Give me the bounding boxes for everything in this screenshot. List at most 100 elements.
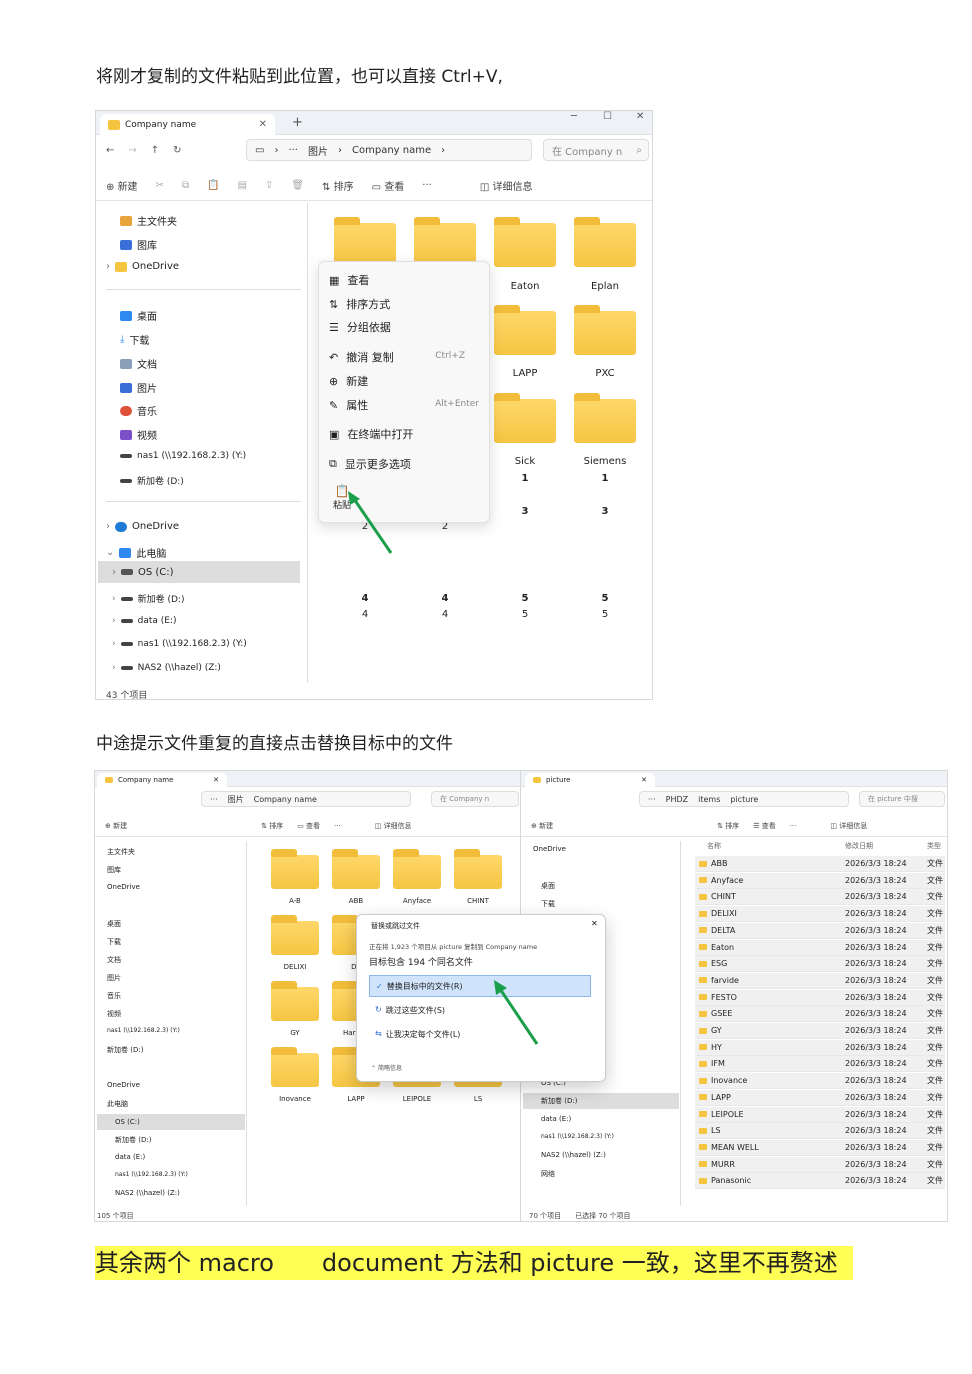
sidebar-item-nas1[interactable]: nas1 (\\192.168.2.3) (Y:) — [107, 1027, 180, 1034]
folder-sick[interactable] — [494, 393, 556, 443]
table-row[interactable]: DELTA 2026/3/3 18:24 文件 — [695, 922, 945, 939]
address-bar[interactable]: ▭ › ··· 图片 › Company name › — [246, 139, 532, 161]
table-row[interactable]: LS 2026/3/3 18:24 文件 — [695, 1123, 945, 1140]
table-row[interactable]: Eaton 2026/3/3 18:24 文件 — [695, 939, 945, 956]
share-icon[interactable]: ⇪ — [265, 180, 273, 191]
sidebar-item-onedrive[interactable]: › OneDrive — [106, 261, 179, 272]
forward-icon[interactable]: → — [128, 145, 136, 156]
back-icon[interactable]: ← — [106, 145, 114, 156]
sidebar-item-nas1[interactable]: nas1 (\\192.168.2.3) (Y:) — [120, 451, 246, 461]
new-tab-icon[interactable]: + — [292, 115, 303, 130]
paste-icon[interactable]: 📋 — [207, 180, 219, 191]
table-row[interactable]: Anyface 2026/3/3 18:24 文件 — [695, 872, 945, 889]
breadcrumb-0[interactable]: ··· — [210, 795, 218, 804]
table-row[interactable]: farvide 2026/3/3 18:24 文件 — [695, 972, 945, 989]
sidebar-item-network[interactable]: 网络 — [541, 1169, 555, 1179]
view-button[interactable]: ▭ 查看 — [372, 178, 405, 193]
table-row[interactable]: GY 2026/3/3 18:24 文件 — [695, 1023, 945, 1039]
details-button[interactable]: ◫ 详细信息 — [830, 821, 867, 831]
folder-item[interactable] — [271, 915, 319, 955]
table-row[interactable]: LAPP 2026/3/3 18:24 文件 — [695, 1089, 945, 1106]
sidebar-item-c[interactable]: › OS (C:) — [98, 561, 300, 583]
sidebar-item-home[interactable]: 主文件夹 — [107, 847, 135, 857]
menu-item-view[interactable]: ▦ 查看 — [329, 272, 369, 288]
more-button[interactable]: ··· — [790, 822, 797, 830]
breadcrumb-2[interactable]: Company name — [254, 795, 317, 804]
sidebar-item-z[interactable]: NAS2 (\\hazel) (Z:) — [541, 1151, 606, 1159]
sidebar-item-home[interactable]: 主文件夹 — [120, 213, 177, 228]
view-button[interactable]: ☰ 查看 — [753, 821, 776, 831]
sidebar-item-onedrive2[interactable]: › OneDrive — [106, 521, 179, 532]
folder-item[interactable] — [332, 849, 380, 889]
breadcrumb-0[interactable]: ··· — [288, 145, 298, 156]
table-row[interactable]: ESG 2026/3/3 18:24 文件 — [695, 956, 945, 973]
copy-icon[interactable]: ⧉ — [182, 180, 189, 191]
less-info-button[interactable]: ⌃ 简略信息 — [371, 1063, 402, 1072]
up-icon[interactable]: ↑ — [151, 145, 159, 156]
sidebar-item-downloads[interactable]: ⤓ 下载 — [120, 332, 149, 347]
folder-item[interactable] — [271, 849, 319, 889]
breadcrumb-1[interactable]: 图片 — [228, 794, 244, 805]
table-row[interactable]: IFM 2026/3/3 18:24 文件 — [695, 1056, 945, 1073]
sidebar-item-gallery[interactable]: 图库 — [107, 865, 121, 875]
minimize-icon[interactable]: ─ — [571, 111, 577, 122]
sidebar-item-z[interactable]: NAS2 (\\hazel) (Z:) — [115, 1189, 180, 1197]
decide-option[interactable]: ⇆ 让我决定每个文件(L) — [375, 1029, 460, 1040]
sidebar-item-downloads[interactable]: 下载 — [541, 899, 555, 909]
close-window-icon[interactable]: ✕ — [636, 111, 644, 122]
rename-icon[interactable]: ▤ — [238, 180, 247, 191]
breadcrumb-2[interactable]: items — [698, 795, 720, 804]
folder-eplan[interactable] — [574, 217, 636, 267]
new-button[interactable]: ⊕ 新建 — [105, 821, 127, 831]
table-row[interactable]: DELIXI 2026/3/3 18:24 文件 — [695, 906, 945, 923]
menu-item-new[interactable]: ⊕ 新建 — [329, 373, 368, 389]
sort-button[interactable]: ⇅ 排序 — [261, 821, 283, 831]
folder-item[interactable] — [271, 1047, 319, 1087]
maximize-icon[interactable]: ☐ — [603, 111, 612, 122]
folder-siemens[interactable] — [574, 393, 636, 443]
sidebar-item-y[interactable]: nas1 (\\192.168.2.3) (Y:) — [541, 1133, 614, 1140]
skip-option[interactable]: ↻ 跳过这些文件(S) — [375, 1005, 445, 1016]
menu-item-more-options[interactable]: ⧉ 显示更多选项 — [329, 456, 411, 472]
sidebar-item-y[interactable]: › nas1 (\\192.168.2.3) (Y:) — [112, 639, 247, 649]
sidebar-item-desktop[interactable]: 桌面 — [107, 919, 121, 929]
sidebar-item-thispc[interactable]: 此电脑 — [107, 1099, 128, 1109]
sidebar-item-d[interactable]: 新加卷 (D:) — [120, 474, 184, 487]
sidebar-item-thispc[interactable]: ⌄ 此电脑 — [106, 545, 166, 560]
folder-item[interactable] — [454, 849, 502, 889]
table-row[interactable]: Inovance 2026/3/3 18:24 文件 — [695, 1073, 945, 1090]
sidebar-item-desktop[interactable]: 桌面 — [541, 881, 555, 891]
search-input[interactable]: 在 picture 中搜 — [859, 791, 945, 807]
sidebar-item-gallery[interactable]: 图库 — [120, 237, 157, 252]
table-row[interactable]: MURR 2026/3/3 18:24 文件 — [695, 1156, 945, 1173]
sidebar-item-documents[interactable]: 文档 — [120, 356, 157, 371]
sidebar-item-d[interactable]: 新加卷 (D:) — [107, 1045, 143, 1055]
sidebar-item-onedrive2[interactable]: OneDrive — [107, 1081, 140, 1089]
menu-item-properties[interactable]: ✎ 属性 — [329, 397, 368, 413]
table-row[interactable]: HY 2026/3/3 18:24 文件 — [695, 1039, 945, 1056]
sidebar-item-d2[interactable]: › 新加卷 (D:) — [112, 592, 184, 606]
sidebar-item-music[interactable]: 音乐 — [107, 991, 121, 1001]
refresh-icon[interactable]: ↻ — [173, 145, 181, 156]
sidebar-item-d[interactable]: 新加卷 (D:) — [523, 1093, 679, 1109]
folder-item[interactable] — [271, 981, 319, 1021]
sidebar-item-pictures[interactable]: 图片 — [107, 973, 121, 983]
table-row[interactable]: CHINT 2026/3/3 18:24 文件 — [695, 889, 945, 906]
sidebar-item-e[interactable]: data (E:) — [541, 1115, 571, 1123]
details-button[interactable]: ◫ 详细信息 — [375, 821, 412, 831]
folder-item[interactable] — [393, 849, 441, 889]
menu-item-sort[interactable]: ⇅ 排序方式 — [329, 296, 390, 312]
breadcrumb-0[interactable]: ··· — [648, 795, 656, 804]
details-button[interactable]: ◫ 详细信息 — [480, 178, 533, 193]
col-type[interactable]: 类型 — [927, 841, 941, 851]
view-button[interactable]: ▭ 查看 — [297, 821, 320, 831]
table-row[interactable]: LEIPOLE 2026/3/3 18:24 文件 — [695, 1106, 945, 1123]
breadcrumb-2[interactable]: Company name — [352, 145, 431, 156]
menu-item-undo[interactable]: ↶ 撤消 复制 — [329, 349, 394, 365]
sidebar-item-desktop[interactable]: 桌面 — [120, 308, 157, 323]
sidebar-item-documents[interactable]: 文档 — [107, 955, 121, 965]
more-button[interactable]: ··· — [334, 822, 341, 830]
folder-eaton[interactable] — [494, 217, 556, 267]
table-row[interactable]: ABB 2026/3/3 18:24 文件 — [695, 856, 945, 872]
sidebar-item-onedrive[interactable]: OneDrive — [107, 883, 140, 891]
